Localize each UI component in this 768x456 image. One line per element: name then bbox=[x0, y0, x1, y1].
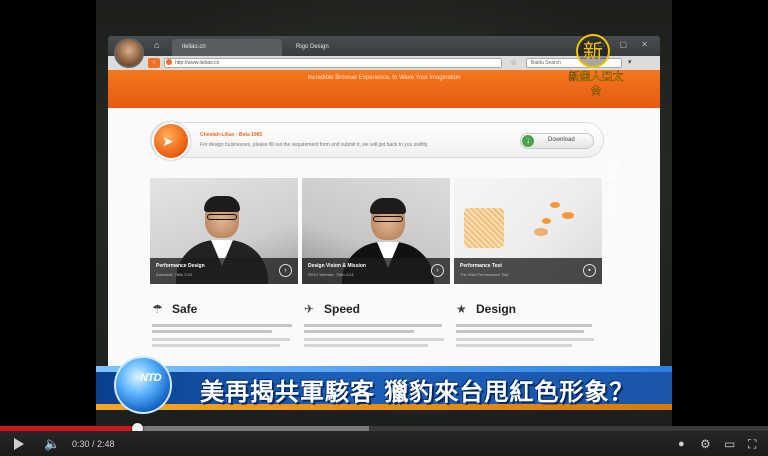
channel-logo-icon: 新 bbox=[576, 34, 610, 68]
star-icon: ☆ bbox=[510, 58, 518, 67]
rocket-icon: ✈ bbox=[304, 302, 315, 316]
card-subtitle: The Web Performance Test bbox=[460, 272, 509, 277]
favicon-icon bbox=[166, 59, 172, 65]
news-headline: 美再揭共軍駭客 獵豹來台甩紅色形象？ bbox=[200, 378, 635, 406]
text-line bbox=[456, 324, 592, 327]
ntd-globe-icon: NTD bbox=[114, 356, 172, 414]
glasses bbox=[373, 216, 403, 222]
source-note: 翻攝自網路 bbox=[608, 160, 618, 219]
text-line bbox=[304, 330, 414, 333]
video-card-2: Design Vision & Mission RIGO Website, 7M… bbox=[302, 178, 450, 284]
card-subtitle: Kalsoesit, 7Min 3:24 bbox=[156, 272, 193, 277]
cheetah-logo-icon: ➤ bbox=[152, 122, 190, 160]
browser-tab-1: Ileilao.cn bbox=[172, 39, 282, 56]
umbrella-icon: ☂ bbox=[152, 302, 163, 316]
control-bar bbox=[0, 431, 768, 456]
chart-dot bbox=[534, 228, 548, 236]
text-line bbox=[152, 338, 290, 341]
avatar bbox=[114, 38, 144, 68]
feature-title: Safe bbox=[172, 302, 198, 316]
fullscreen-icon[interactable]: ⛶ bbox=[748, 437, 756, 451]
channel-name: 新唐人亞太台 bbox=[568, 70, 624, 97]
presenter-hair bbox=[370, 198, 406, 214]
gear-icon[interactable]: ⚙ bbox=[700, 437, 711, 451]
promo-description: For design businesses, please fill out t… bbox=[200, 142, 429, 148]
feature-title: Speed bbox=[324, 302, 361, 316]
card-caption: Performance Design Kalsoesit, 7Min 3:24 … bbox=[150, 258, 298, 284]
channel-label: NTD bbox=[140, 372, 162, 384]
star-icon: ★ bbox=[456, 302, 467, 316]
video-player[interactable]: ⌂ Ileilao.cn Rigo Design ▭ ▢ ✕ ‹ http://… bbox=[0, 0, 768, 456]
chart-dot bbox=[542, 218, 551, 224]
info-icon[interactable]: ● bbox=[678, 437, 685, 451]
presenter-hair bbox=[204, 196, 240, 212]
square-icon: ▪ bbox=[583, 264, 596, 277]
video-card-1: Performance Design Kalsoesit, 7Min 3:24 … bbox=[150, 178, 298, 284]
text-line bbox=[304, 344, 428, 347]
home-icon: ⌂ bbox=[154, 40, 160, 50]
card-title: Design Vision & Mission bbox=[308, 263, 366, 269]
text-line bbox=[456, 338, 594, 341]
text-line bbox=[152, 330, 272, 333]
time-display: 0:30 / 2:48 bbox=[72, 439, 115, 449]
text-line bbox=[456, 330, 584, 333]
volume-icon[interactable]: 🔈 bbox=[44, 437, 60, 451]
theater-mode-icon[interactable]: ▭ bbox=[724, 437, 735, 451]
text-line bbox=[152, 324, 292, 327]
pattern-graphic bbox=[464, 208, 504, 248]
glasses bbox=[207, 214, 237, 220]
chart-dot bbox=[550, 202, 560, 208]
browser-page: Incredible Browser Experience, to Wave Y… bbox=[108, 70, 660, 382]
address-field: http://www.liebao.cn bbox=[164, 58, 502, 68]
chart-dot bbox=[562, 212, 574, 219]
feature-title: Design bbox=[476, 302, 517, 316]
chevron-right-icon: › bbox=[431, 264, 444, 277]
promo-title: Cheetah-Lilian · Beta 1985 bbox=[200, 132, 263, 138]
browser-tab-2: Rigo Design bbox=[296, 44, 329, 50]
download-icon: ↓ bbox=[522, 135, 534, 147]
channel-watermark: 新 新唐人亞太台 bbox=[566, 34, 624, 110]
card-subtitle: RIGO Website, 7Min 3:24 bbox=[308, 272, 354, 277]
back-icon: ‹ bbox=[148, 58, 160, 68]
card-title: Performance Design bbox=[156, 263, 205, 269]
text-line bbox=[304, 338, 444, 341]
card-title: Performance Test bbox=[460, 263, 502, 269]
card-caption: Performance Test The Web Performance Tes… bbox=[454, 258, 602, 284]
play-icon[interactable] bbox=[14, 438, 24, 450]
download-label: Download bbox=[548, 137, 575, 143]
text-line bbox=[152, 344, 280, 347]
menu-icon: ▾ bbox=[628, 59, 632, 66]
news-lower-third: NTD 美再揭共軍駭客 獵豹來台甩紅色形象？ bbox=[96, 356, 672, 414]
card-caption: Design Vision & Mission RIGO Website, 7M… bbox=[302, 258, 450, 284]
text-line bbox=[456, 344, 572, 347]
text-line bbox=[304, 324, 442, 327]
video-card-3: Performance Test The Web Performance Tes… bbox=[454, 178, 602, 284]
chevron-right-icon: › bbox=[279, 264, 292, 277]
